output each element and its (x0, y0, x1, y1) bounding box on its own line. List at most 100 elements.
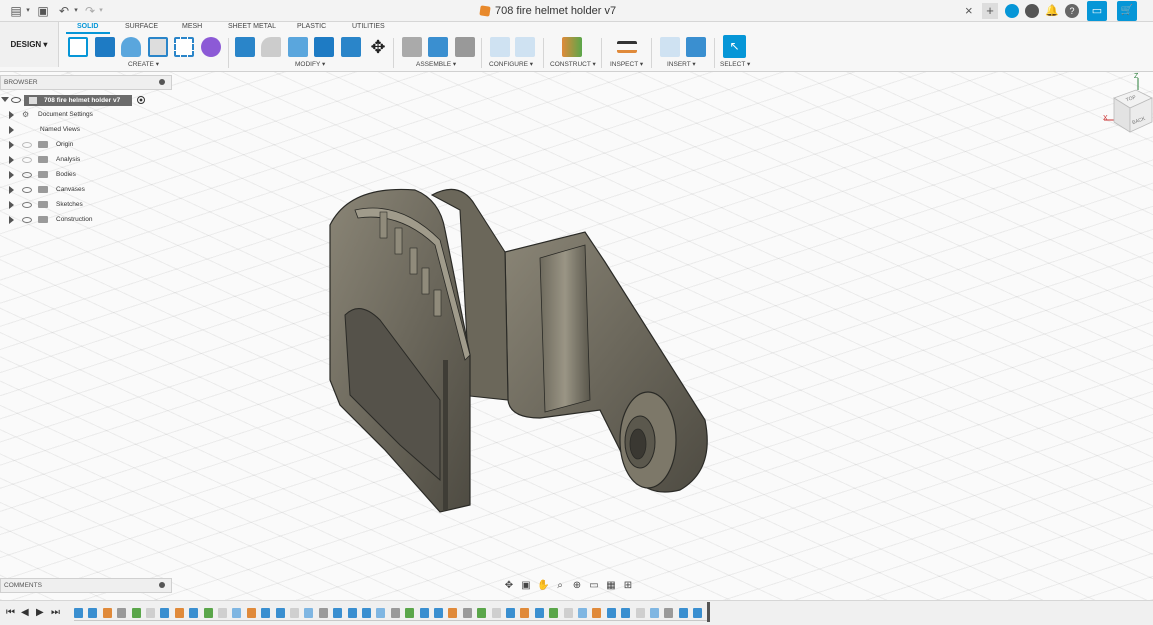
shell-icon[interactable] (314, 37, 334, 57)
view-cube[interactable]: Z X TOP BACK (1102, 73, 1153, 138)
timeline-feature-icon[interactable] (506, 608, 515, 618)
joint-icon[interactable] (428, 37, 448, 57)
step-back-button[interactable]: ◀ (21, 607, 29, 618)
insert-menu[interactable]: INSERT ▾ (667, 60, 696, 68)
expand-icon[interactable] (9, 200, 14, 209)
model-render[interactable] (0, 72, 1153, 600)
workspace-switcher[interactable]: DESIGN ▾ (0, 22, 59, 67)
timeline-feature-icon[interactable] (131, 608, 141, 618)
tab-utilities[interactable]: UTILITIES (352, 23, 385, 30)
timeline-feature-icon[interactable] (390, 608, 400, 618)
play-button[interactable]: ▶ (36, 607, 44, 618)
timeline-feature-icon[interactable] (693, 608, 703, 618)
timeline-feature-icon[interactable] (664, 608, 674, 618)
timeline-feature-icon[interactable] (448, 608, 458, 618)
insert-derive-icon[interactable] (660, 37, 680, 57)
timeline-feature-icon[interactable] (549, 608, 559, 618)
comments-panel[interactable]: COMMENTS (0, 578, 172, 593)
timeline-feature-icon[interactable] (203, 608, 213, 618)
modify-menu[interactable]: MODIFY ▾ (295, 60, 325, 68)
timeline-feature-icon[interactable] (246, 608, 256, 618)
orbit-icon[interactable]: ✥ (503, 580, 515, 592)
assemble-menu[interactable]: ASSEMBLE ▾ (416, 60, 456, 68)
timeline-feature-icon[interactable] (405, 608, 415, 618)
comments-pin-icon[interactable] (159, 582, 165, 588)
visibility-eye-icon[interactable] (22, 141, 32, 148)
expand-icon[interactable] (9, 125, 14, 134)
timeline-feature-icon[interactable] (462, 608, 472, 618)
timeline-feature-icon[interactable] (635, 608, 645, 618)
chamfer-icon[interactable] (288, 37, 308, 57)
display-settings-icon[interactable]: ▭ (588, 580, 600, 592)
help-icon[interactable]: ? (1065, 4, 1079, 18)
configure-table-icon[interactable] (490, 37, 510, 57)
timeline-feature-icon[interactable] (347, 608, 357, 618)
timeline-feature-icon[interactable] (318, 608, 328, 618)
timeline-feature-icon[interactable] (146, 608, 155, 618)
notifications-bell-icon[interactable]: 🔔 (1044, 3, 1060, 19)
timeline-feature-icon[interactable] (491, 608, 501, 618)
timeline-feature-icon[interactable] (218, 608, 227, 618)
timeline-feature-icon[interactable] (520, 608, 530, 618)
timeline-feature-icon[interactable] (261, 608, 271, 618)
tab-sheet-metal[interactable]: SHEET METAL (228, 23, 276, 30)
move-copy-icon[interactable]: ✥ (368, 37, 388, 57)
timeline-feature-icon[interactable] (333, 608, 343, 618)
grid-settings-icon[interactable]: ▦ (605, 580, 617, 592)
timeline-feature-icon[interactable] (534, 608, 544, 618)
visibility-eye-icon[interactable] (22, 171, 32, 178)
form-icon[interactable] (201, 37, 221, 57)
configure-menu[interactable]: CONFIGURE ▾ (489, 60, 533, 68)
expand-icon[interactable] (9, 170, 14, 179)
visibility-eye-icon[interactable] (22, 201, 32, 208)
job-status-icon[interactable] (1025, 4, 1039, 18)
redo-dropdown-icon[interactable]: ▾ (93, 3, 109, 19)
timeline-strip[interactable] (74, 606, 714, 621)
new-component-icon[interactable] (402, 37, 422, 57)
select-icon[interactable]: ↖ (723, 35, 746, 58)
visibility-eye-icon[interactable] (22, 186, 32, 193)
timeline-feature-icon[interactable] (362, 608, 371, 618)
go-to-start-button[interactable]: ⏮ (6, 607, 15, 618)
timeline-feature-icon[interactable] (563, 608, 573, 618)
create-menu[interactable]: CREATE ▾ (128, 60, 159, 68)
timeline-feature-icon[interactable] (678, 608, 688, 618)
combine-icon[interactable] (341, 37, 361, 57)
timeline-feature-icon[interactable] (304, 608, 314, 618)
activate-radio-icon[interactable] (137, 96, 145, 104)
timeline-feature-icon[interactable] (419, 608, 429, 618)
timeline-feature-icon[interactable] (74, 608, 83, 618)
create-sketch-icon[interactable] (68, 37, 88, 57)
expand-icon[interactable] (9, 185, 14, 194)
timeline-feature-icon[interactable] (275, 608, 285, 618)
browser-pin-icon[interactable] (159, 79, 165, 85)
close-tab-button[interactable]: × (965, 3, 973, 18)
dropdown-arrow-icon[interactable]: ▾ (20, 3, 36, 19)
timeline-feature-icon[interactable] (477, 608, 487, 618)
timeline-feature-icon[interactable] (117, 608, 127, 618)
pan-icon[interactable]: ✋ (537, 580, 549, 592)
fit-icon[interactable]: ⊕ (571, 580, 583, 592)
expand-icon[interactable] (9, 155, 14, 164)
canvas-viewport[interactable] (0, 72, 1153, 600)
browser-header[interactable]: BROWSER (0, 75, 172, 90)
inspect-menu[interactable]: INSPECT ▾ (610, 60, 643, 68)
configure-rule-icon[interactable] (515, 37, 535, 57)
as-built-joint-icon[interactable] (455, 37, 475, 57)
zoom-icon[interactable]: ⌕ (554, 580, 566, 592)
look-at-icon[interactable]: ▣ (520, 580, 532, 592)
timeline-feature-icon[interactable] (578, 608, 587, 618)
fillet-icon[interactable] (261, 37, 281, 57)
timeline-feature-icon[interactable] (232, 608, 242, 618)
expand-icon[interactable] (9, 110, 14, 119)
revolve-icon[interactable] (121, 37, 141, 57)
timeline-feature-icon[interactable] (290, 608, 299, 618)
browser-root-item[interactable]: 708 fire helmet holder v7 (24, 95, 132, 106)
visibility-eye-icon[interactable] (22, 156, 32, 163)
expand-icon[interactable] (9, 215, 14, 224)
collapse-root-icon[interactable] (1, 97, 9, 102)
viewports-icon[interactable]: ⊞ (622, 580, 634, 592)
construct-menu[interactable]: CONSTRUCT ▾ (550, 60, 596, 68)
timeline-feature-icon[interactable] (189, 608, 199, 618)
tab-plastic[interactable]: PLASTIC (297, 23, 326, 30)
